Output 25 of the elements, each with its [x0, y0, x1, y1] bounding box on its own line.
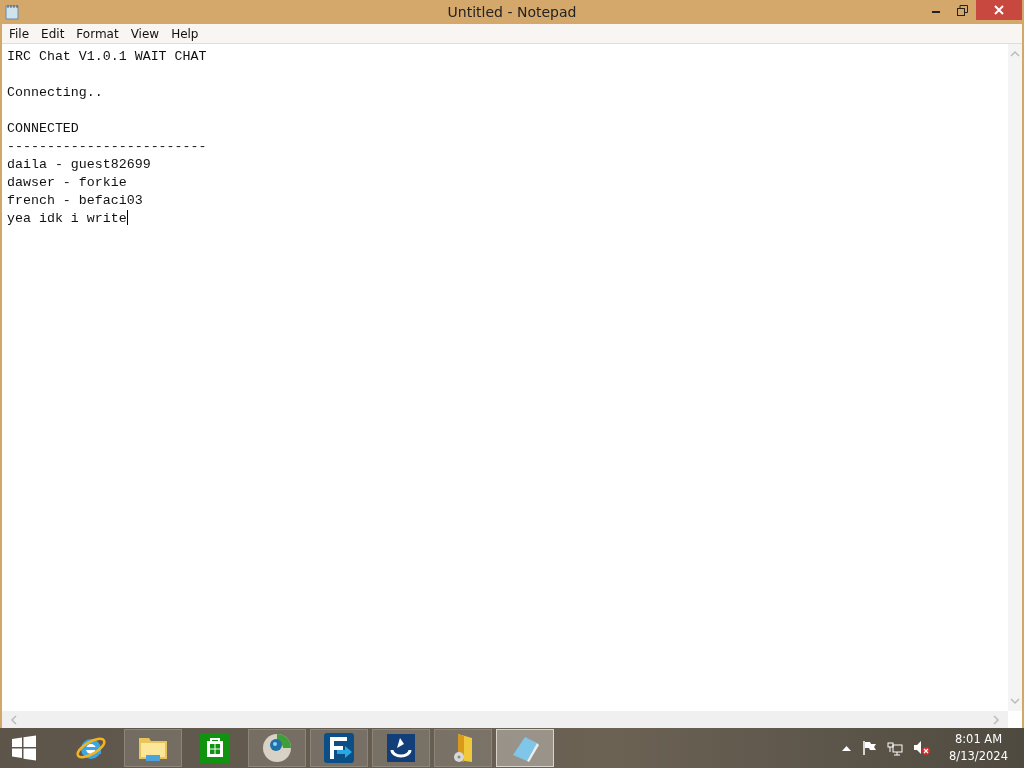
notepad-icon [5, 4, 19, 20]
taskbar-button[interactable] [310, 729, 368, 767]
taskbar-button[interactable] [372, 729, 430, 767]
shopping-bag-icon [199, 732, 231, 764]
document-text[interactable]: IRC Chat V1.0.1 WAIT CHAT Connecting.. CONNECTED ------------------------- daila - guest82699 dawser - forkie french - befaci03 yea idk i write [7, 48, 207, 228]
menu-item[interactable]: Help [165, 26, 205, 41]
clock-date[interactable]: 8/13/2024 [949, 748, 1008, 765]
arrow-logo-icon [323, 732, 355, 764]
globe-icon [261, 732, 293, 764]
show-hidden-icons-icon[interactable] [842, 745, 852, 751]
close-button[interactable] [976, 0, 1022, 20]
restore-icon [957, 4, 968, 16]
network-icon[interactable] [887, 740, 904, 756]
clock-time[interactable]: 8:01 AM [954, 731, 1003, 748]
flag-icon[interactable] [861, 740, 878, 756]
menu-item[interactable]: File [3, 26, 36, 41]
menu-item[interactable]: Edit [35, 26, 71, 41]
menu-item[interactable]: View [124, 26, 166, 41]
start-icon[interactable] [10, 734, 38, 762]
muted-speaker-icon[interactable] [913, 740, 932, 756]
sync-icon [386, 733, 416, 763]
menu-item[interactable]: Format [70, 26, 125, 41]
close-icon [993, 4, 1005, 16]
window-title: Untitled - Notepad [447, 4, 577, 20]
text-caret [126, 210, 128, 225]
